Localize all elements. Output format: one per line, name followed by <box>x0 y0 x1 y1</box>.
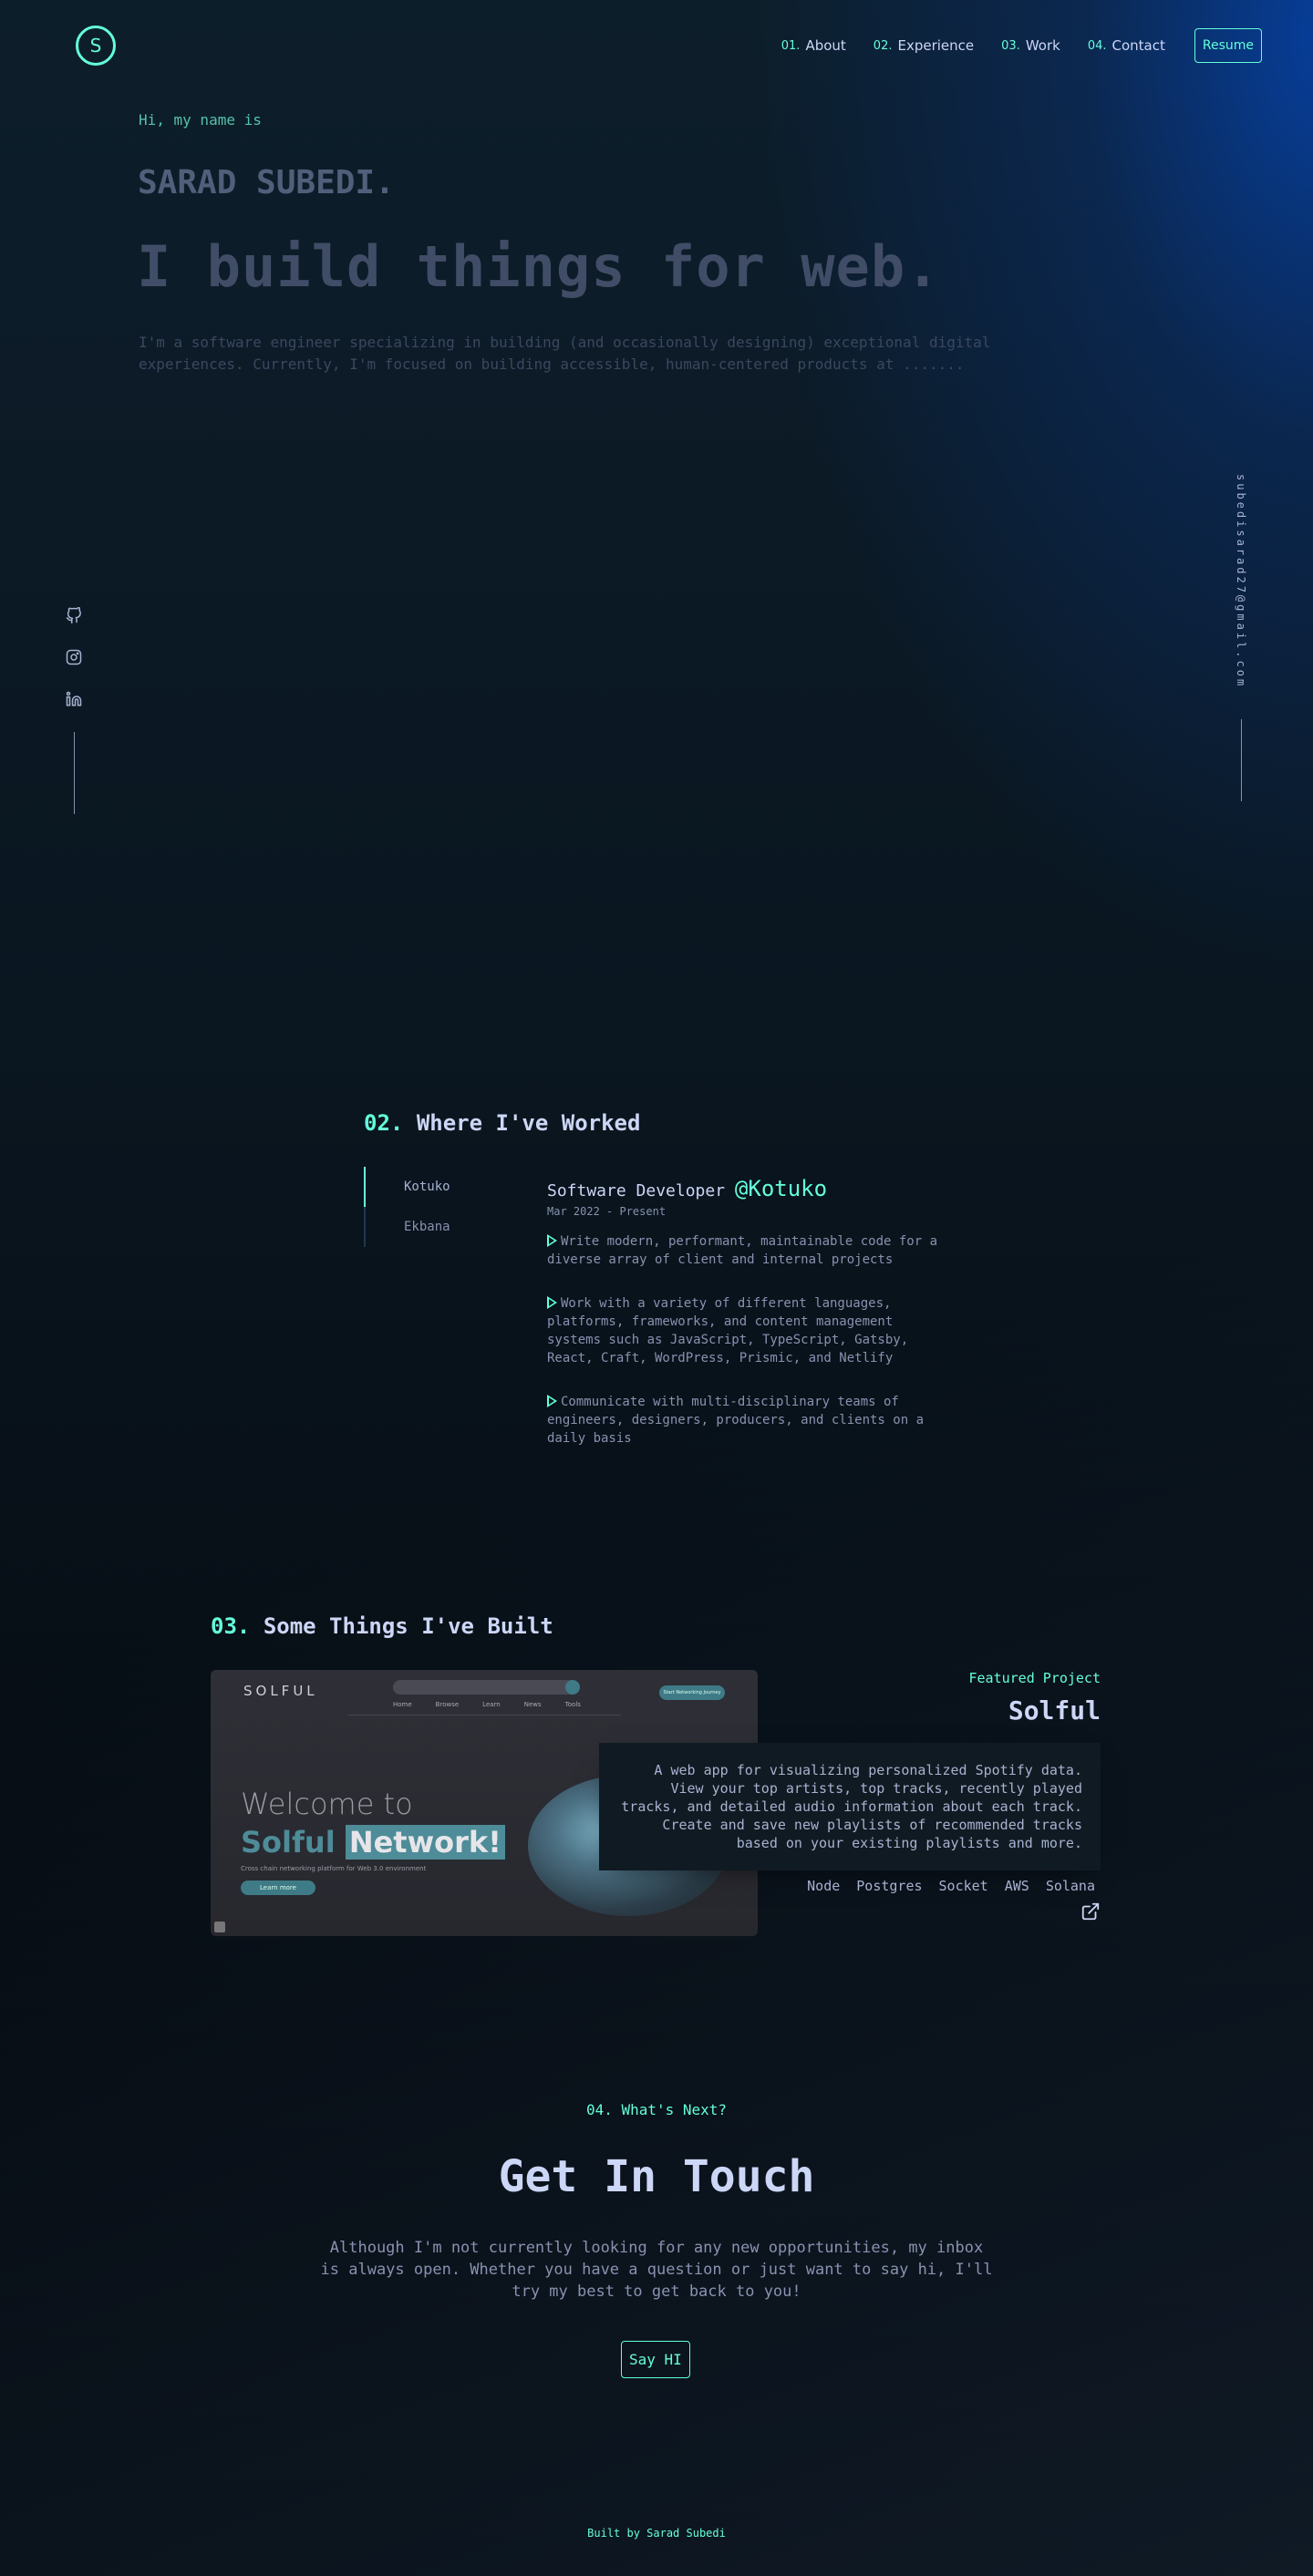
screenshot-heading-line1: Welcome to <box>241 1787 413 1821</box>
nav-contact[interactable]: 04. Contact <box>1088 37 1165 54</box>
screenshot-nav-link: Browse <box>435 1701 460 1708</box>
projects-heading: 03. Some Things I've Built <box>211 1613 553 1639</box>
logo-letter: S <box>89 35 102 57</box>
hero-tagline: I build things for web. <box>137 233 941 300</box>
section-title: Where I've Worked <box>416 1110 641 1136</box>
experience-tabs: Kotuko Ekbana <box>364 1167 473 1247</box>
screenshot-search-bar <box>393 1680 579 1695</box>
screenshot-nav-link: Home <box>393 1701 412 1708</box>
job-range: Mar 2022 - Present <box>547 1205 667 1218</box>
nav-work[interactable]: 03. Work <box>1001 37 1060 54</box>
nav-label: Work <box>1025 37 1060 54</box>
point-text: Work with a variety of different languag… <box>547 1296 909 1365</box>
screenshot-heading-word2: Network! <box>345 1825 505 1860</box>
nav-label: Contact <box>1111 37 1165 54</box>
section-number: 02. <box>364 1110 404 1136</box>
screenshot-corner-icon <box>214 1922 225 1932</box>
job-company-link[interactable]: @Kotuko <box>735 1176 827 1201</box>
screenshot-nav-link: Learn <box>482 1701 501 1708</box>
screenshot-brand: SOLFUL <box>243 1683 318 1699</box>
tech-item: Solana <box>1045 1878 1095 1894</box>
instagram-icon[interactable] <box>65 648 83 666</box>
hero-description: I'm a software engineer specializing in … <box>139 334 991 373</box>
section-number: 03. <box>211 1613 251 1639</box>
email-sidebar: subedisarad27@gmail.com <box>1231 474 1251 802</box>
screenshot-cta: Learn more <box>241 1880 315 1895</box>
social-sidebar <box>64 606 84 814</box>
sidebar-divider <box>1240 719 1242 802</box>
job-role: Software Developer <box>547 1181 726 1200</box>
say-hi-button[interactable]: Say HI <box>621 2341 690 2378</box>
job-points: Write modern, performant, maintainable c… <box>547 1232 948 1448</box>
job-title: Software Developer @Kotuko <box>547 1176 948 1201</box>
list-item: Communicate with multi-disciplinary team… <box>547 1393 948 1448</box>
main-nav: 01. About 02. Experience 03. Work 04. Contac… <box>781 28 1262 63</box>
tech-item: AWS <box>1004 1878 1029 1894</box>
nav-num: 02. <box>873 38 893 53</box>
hero-name: SARAD SUBEDI. <box>138 164 395 201</box>
contact-title: Get In Touch <box>498 2151 815 2202</box>
nav-label: About <box>805 37 846 54</box>
section-title: Some Things I've Built <box>263 1613 553 1639</box>
point-text: Write modern, performant, maintainable c… <box>547 1234 938 1267</box>
sidebar-divider <box>73 732 75 814</box>
screenshot-heading-word1: Solful <box>241 1825 336 1860</box>
experience-heading: 02. Where I've Worked <box>364 1110 640 1136</box>
project-title[interactable]: Solful <box>553 1695 1101 1726</box>
footer-credit[interactable]: Built by Sarad Subedi <box>0 2527 1313 2540</box>
tech-list: Node Postgres Socket AWS Solana <box>807 1878 1095 1894</box>
screenshot-subtitle: Cross chain networking platform for Web … <box>241 1865 427 1872</box>
linkedin-icon[interactable] <box>65 690 83 708</box>
resume-button[interactable]: Resume <box>1194 28 1262 63</box>
project-description: A web app for visualizing personalized S… <box>599 1743 1101 1870</box>
tab-ekbana[interactable]: Ekbana <box>364 1207 473 1247</box>
tab-kotuko[interactable]: Kotuko <box>364 1167 473 1207</box>
nav-label: Experience <box>897 37 975 54</box>
github-icon[interactable] <box>65 606 83 624</box>
point-text: Communicate with multi-disciplinary team… <box>547 1395 925 1446</box>
list-item: Write modern, performant, maintainable c… <box>547 1232 948 1269</box>
hero-greeting: Hi, my name is <box>139 111 262 129</box>
experience-panel: Software Developer @Kotuko Mar 2022 - Pr… <box>547 1176 948 1473</box>
featured-label: Featured Project <box>968 1670 1101 1686</box>
tech-item: Postgres <box>856 1878 923 1894</box>
contact-text: Although I'm not currently looking for a… <box>320 2239 993 2301</box>
tech-item: Node <box>807 1878 841 1894</box>
email-link[interactable]: subedisarad27@gmail.com <box>1235 474 1247 688</box>
nav-num: 04. <box>1087 38 1107 53</box>
triangle-bullet-icon <box>547 1395 557 1407</box>
screenshot-heading-line2: Solful Network! <box>241 1825 505 1860</box>
triangle-bullet-icon <box>547 1234 557 1247</box>
external-link-icon[interactable] <box>1079 1901 1101 1923</box>
nav-num: 01. <box>781 38 801 53</box>
nav-about[interactable]: 01. About <box>781 37 846 54</box>
nav-experience[interactable]: 02. Experience <box>874 37 974 54</box>
contact-overline: 04. What's Next? <box>585 2101 728 2118</box>
triangle-bullet-icon <box>547 1296 557 1309</box>
list-item: Work with a variety of different languag… <box>547 1294 948 1367</box>
logo[interactable]: S <box>76 26 116 66</box>
nav-num: 03. <box>1001 38 1020 53</box>
screenshot-nav-link: News <box>523 1701 542 1708</box>
tech-item: Socket <box>938 1878 988 1894</box>
project-info: Featured Project Solful A web app for vi… <box>553 1670 1101 1943</box>
